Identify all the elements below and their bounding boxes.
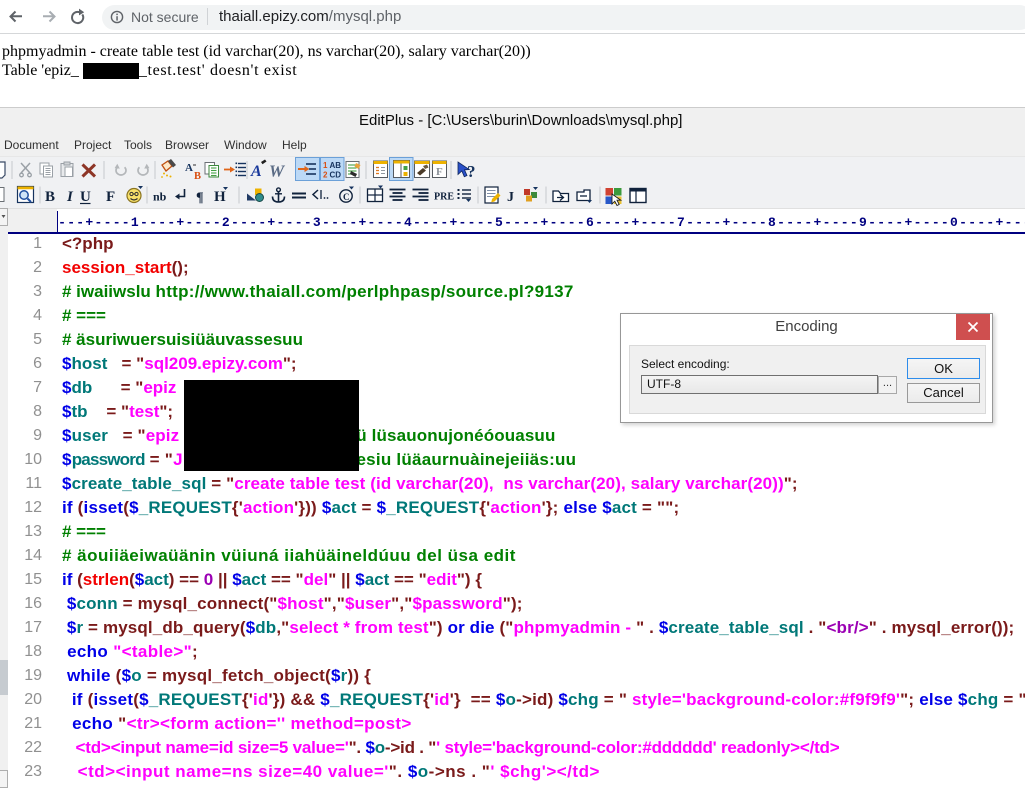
- svg-text:I: I: [66, 189, 74, 205]
- svg-text:B: B: [194, 171, 201, 182]
- svg-text:F: F: [106, 189, 115, 205]
- svg-text:A: A: [250, 163, 262, 180]
- svg-text:U: U: [80, 189, 91, 205]
- svg-text:C: C: [343, 192, 350, 202]
- svg-text:H: H: [214, 189, 226, 205]
- svg-text:CD: CD: [330, 171, 342, 180]
- svg-text:¶: ¶: [196, 191, 204, 206]
- svg-text:F: F: [436, 166, 443, 178]
- svg-text:B: B: [45, 189, 55, 205]
- svg-text:PRE: PRE: [434, 192, 454, 203]
- svg-text:1: 1: [323, 161, 328, 170]
- svg-text:nb: nb: [153, 190, 167, 204]
- svg-text:A: A: [185, 162, 193, 174]
- svg-text:AB: AB: [330, 161, 342, 170]
- svg-text:J: J: [507, 190, 514, 205]
- svg-text:2: 2: [323, 171, 328, 180]
- svg-text:?: ?: [467, 162, 476, 181]
- svg-text:W: W: [269, 162, 286, 181]
